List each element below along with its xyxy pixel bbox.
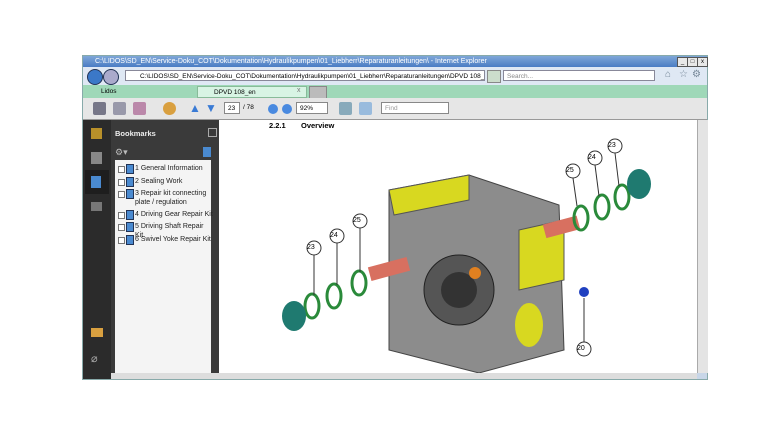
pdf-toolbar: ▲ ▼ 23 / 78 92% Find [83,98,707,120]
cover-left [282,301,306,331]
bookmark-item[interactable]: 6 Swivel Yoke Repair Kit [117,235,213,245]
bookmark-list: 1 General Information 2 Sealing Work 3 R… [115,160,213,373]
title-bar: C:\LIDOS\SD_EN\Service-Doku_COT\Dokument… [83,56,707,67]
save-icon[interactable] [113,102,126,115]
gear-icon[interactable]: ⚙ [692,69,701,80]
bookmark-item[interactable]: 4 Driving Gear Repair Kit [117,210,213,220]
search-input[interactable]: Search... [503,70,655,81]
page-total: / 78 [243,104,254,111]
zoom-select[interactable]: 92% [296,102,328,114]
comments-icon[interactable] [91,328,103,337]
vertical-scrollbar[interactable] [697,120,708,373]
options-gear-icon[interactable]: ⚙▾ [115,147,128,158]
forward-button[interactable] [103,69,119,85]
next-page-icon[interactable]: ▼ [205,101,217,115]
browser-window: C:\LIDOS\SD_EN\Service-Doku_COT\Dokument… [82,55,708,380]
lock-icon[interactable] [91,128,102,139]
document-page: 2.2.1 Overview 23 24 25 25 24 23 20 [219,120,697,373]
callout-label: 24 [330,232,338,239]
callout-label: 25 [566,167,574,174]
bookmarks-title: Bookmarks [115,129,156,138]
bookmark-item[interactable]: 2 Sealing Work [117,177,213,187]
horizontal-scrollbar[interactable] [111,373,697,379]
tab-close-icon[interactable]: x [297,87,301,94]
tab-lidos[interactable]: Lidos [85,86,195,98]
fit-page-icon[interactable] [359,102,372,115]
fit-width-icon[interactable] [339,102,352,115]
bookmark-item[interactable]: 3 Repair kit connecting plate / regulati… [117,189,213,207]
callout-label: 25 [353,217,361,224]
back-button[interactable] [87,69,103,85]
bookmark-item[interactable]: 1 General Information [117,164,213,174]
address-bar-row: C:\LIDOS\SD_EN\Service-Doku_COT\Dokument… [83,67,707,85]
address-input[interactable]: C:\LIDOS\SD_EN\Service-Doku_COT\Dokument… [125,70,485,81]
close-button[interactable]: x [697,57,708,67]
attachment-icon[interactable]: ⌀ [91,352,98,365]
zoom-out-icon[interactable] [268,104,278,114]
callout-label: 23 [307,244,315,251]
callout-label: 24 [588,154,596,161]
bookmarks-icon[interactable] [91,176,101,188]
cover-right [627,169,651,199]
share-icon[interactable] [133,102,146,115]
bookmarks-panel: Bookmarks ⚙▾ 1 General Information 2 Sea… [111,120,219,373]
favorites-icon[interactable]: ☆ [679,69,688,80]
callout-label: 23 [608,142,616,149]
tab-bar: Lidos DPVD 108_en x [83,85,707,99]
exploded-pump-drawing [282,138,651,373]
find-input[interactable]: Find [381,102,449,114]
zoom-in-icon[interactable] [282,104,292,114]
home-icon[interactable]: ⌂ [665,69,671,80]
comment-icon[interactable] [163,102,176,115]
prev-page-icon[interactable]: ▲ [189,101,201,115]
page-number-input[interactable]: 23 [224,102,240,114]
panel-menu-button[interactable] [208,128,217,137]
callout-label: 20 [577,345,585,352]
refresh-button[interactable] [487,70,501,83]
pages-icon[interactable] [91,152,102,164]
tab-dpvd[interactable]: DPVD 108_en [197,86,307,98]
print-icon[interactable] [93,102,106,115]
navigation-pane-strip: ⌀ [83,120,111,379]
search-icon[interactable] [91,202,102,211]
new-bookmark-icon[interactable] [203,147,211,157]
